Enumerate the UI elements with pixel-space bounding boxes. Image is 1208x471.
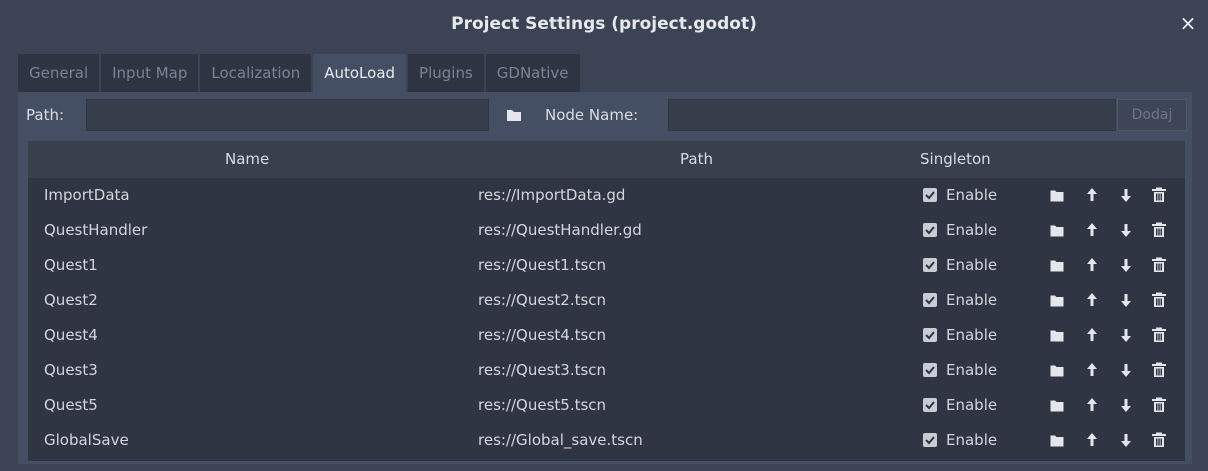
singleton-enable-label[interactable]: Enable: [946, 283, 997, 318]
table-row[interactable]: GlobalSave res://Global_save.tscn Enable: [28, 423, 1185, 458]
browse-button[interactable]: [496, 99, 532, 131]
row-path: res://Quest4.tscn: [478, 326, 607, 344]
trash-icon[interactable]: [1149, 185, 1169, 205]
trash-icon[interactable]: [1149, 395, 1169, 415]
singleton-checkbox[interactable]: [923, 433, 937, 447]
add-button[interactable]: Dodaj: [1117, 99, 1187, 131]
singleton-checkbox[interactable]: [923, 188, 937, 202]
singleton-checkbox[interactable]: [923, 293, 937, 307]
trash-icon[interactable]: [1149, 360, 1169, 380]
autoload-add-row: Path: Node Name: Dodaj: [18, 96, 1192, 134]
arrow-up-icon[interactable]: [1082, 185, 1102, 205]
table-row[interactable]: ImportData res://ImportData.gd Enable: [28, 178, 1185, 213]
node-name-label: Node Name:: [545, 106, 639, 124]
folder-icon: [507, 110, 521, 121]
row-name[interactable]: Quest2: [44, 283, 98, 318]
table-row[interactable]: Quest5 res://Quest5.tscn Enable: [28, 388, 1185, 423]
node-name-input[interactable]: [668, 99, 1116, 131]
row-name[interactable]: Quest3: [44, 353, 98, 388]
row-path: res://Quest5.tscn: [478, 396, 607, 414]
singleton-enable-label[interactable]: Enable: [946, 353, 997, 388]
singleton-checkbox[interactable]: [923, 328, 937, 342]
row-path: res://Quest1.tscn: [478, 256, 607, 274]
tab-general[interactable]: General: [18, 54, 100, 92]
arrow-down-icon[interactable]: [1116, 185, 1136, 205]
row-name[interactable]: ImportData: [44, 178, 130, 213]
row-name[interactable]: QuestHandler: [44, 213, 147, 248]
singleton-enable-label[interactable]: Enable: [946, 248, 997, 283]
table-row[interactable]: Quest2 res://Quest2.tscn Enable: [28, 283, 1185, 318]
trash-icon[interactable]: [1149, 220, 1169, 240]
table-row[interactable]: Quest3 res://Quest3.tscn Enable: [28, 353, 1185, 388]
path-input[interactable]: [86, 99, 489, 131]
column-header-path: Path: [680, 150, 713, 168]
arrow-down-icon[interactable]: [1116, 430, 1136, 450]
row-path: res://ImportData.gd: [478, 186, 626, 204]
singleton-enable-label[interactable]: Enable: [946, 178, 997, 213]
arrow-down-icon[interactable]: [1116, 255, 1136, 275]
singleton-enable-label[interactable]: Enable: [946, 318, 997, 353]
trash-icon[interactable]: [1149, 255, 1169, 275]
tab-localization[interactable]: Localization: [200, 54, 312, 92]
tab-bar: General Input Map Localization AutoLoad …: [18, 54, 582, 92]
arrow-down-icon[interactable]: [1116, 325, 1136, 345]
arrow-up-icon[interactable]: [1082, 290, 1102, 310]
arrow-down-icon[interactable]: [1116, 290, 1136, 310]
folder-icon[interactable]: [1047, 325, 1067, 345]
arrow-up-icon[interactable]: [1082, 255, 1102, 275]
folder-icon[interactable]: [1047, 360, 1067, 380]
row-path: res://Quest3.tscn: [478, 361, 607, 379]
singleton-checkbox[interactable]: [923, 258, 937, 272]
row-name[interactable]: Quest1: [44, 248, 98, 283]
singleton-enable-label[interactable]: Enable: [946, 388, 997, 423]
arrow-down-icon[interactable]: [1116, 395, 1136, 415]
tab-plugins[interactable]: Plugins: [408, 54, 484, 92]
row-name[interactable]: Quest5: [44, 388, 98, 423]
autoload-panel: Path: Node Name: Dodaj Name Path Singlet…: [18, 92, 1192, 464]
folder-icon[interactable]: [1047, 395, 1067, 415]
window-title: Project Settings (project.godot): [451, 14, 757, 34]
folder-icon[interactable]: [1047, 185, 1067, 205]
singleton-enable-label[interactable]: Enable: [946, 213, 997, 248]
title-bar: Project Settings (project.godot) ×: [0, 0, 1208, 48]
singleton-enable-label[interactable]: Enable: [946, 423, 997, 458]
arrow-down-icon[interactable]: [1116, 360, 1136, 380]
table-row[interactable]: QuestHandler res://QuestHandler.gd Enable: [28, 213, 1185, 248]
column-header-singleton: Singleton: [920, 150, 991, 168]
folder-icon[interactable]: [1047, 290, 1067, 310]
path-label: Path:: [26, 106, 65, 124]
arrow-up-icon[interactable]: [1082, 325, 1102, 345]
column-header-name: Name: [225, 150, 270, 168]
singleton-checkbox[interactable]: [923, 398, 937, 412]
tab-gdnative[interactable]: GDNative: [485, 54, 580, 92]
folder-icon[interactable]: [1047, 255, 1067, 275]
row-name[interactable]: GlobalSave: [44, 423, 129, 458]
tab-autoload[interactable]: AutoLoad: [313, 54, 407, 92]
table-row[interactable]: Quest4 res://Quest4.tscn Enable: [28, 318, 1185, 353]
arrow-up-icon[interactable]: [1082, 220, 1102, 240]
row-path: res://Quest2.tscn: [478, 291, 607, 309]
arrow-up-icon[interactable]: [1082, 395, 1102, 415]
trash-icon[interactable]: [1149, 325, 1169, 345]
close-icon[interactable]: ×: [1176, 12, 1200, 36]
singleton-checkbox[interactable]: [923, 223, 937, 237]
trash-icon[interactable]: [1149, 430, 1169, 450]
arrow-up-icon[interactable]: [1082, 360, 1102, 380]
row-path: res://Global_save.tscn: [478, 431, 643, 449]
table-row[interactable]: Quest1 res://Quest1.tscn Enable: [28, 248, 1185, 283]
row-name[interactable]: Quest4: [44, 318, 98, 353]
table-header: Name Path Singleton: [28, 141, 1185, 178]
trash-icon[interactable]: [1149, 290, 1169, 310]
row-path: res://QuestHandler.gd: [478, 221, 642, 239]
folder-icon[interactable]: [1047, 430, 1067, 450]
folder-icon[interactable]: [1047, 220, 1067, 240]
tab-input-map[interactable]: Input Map: [101, 54, 199, 92]
arrow-down-icon[interactable]: [1116, 220, 1136, 240]
autoload-table: Name Path Singleton ImportData res://Impo…: [28, 141, 1185, 461]
arrow-up-icon[interactable]: [1082, 430, 1102, 450]
singleton-checkbox[interactable]: [923, 363, 937, 377]
